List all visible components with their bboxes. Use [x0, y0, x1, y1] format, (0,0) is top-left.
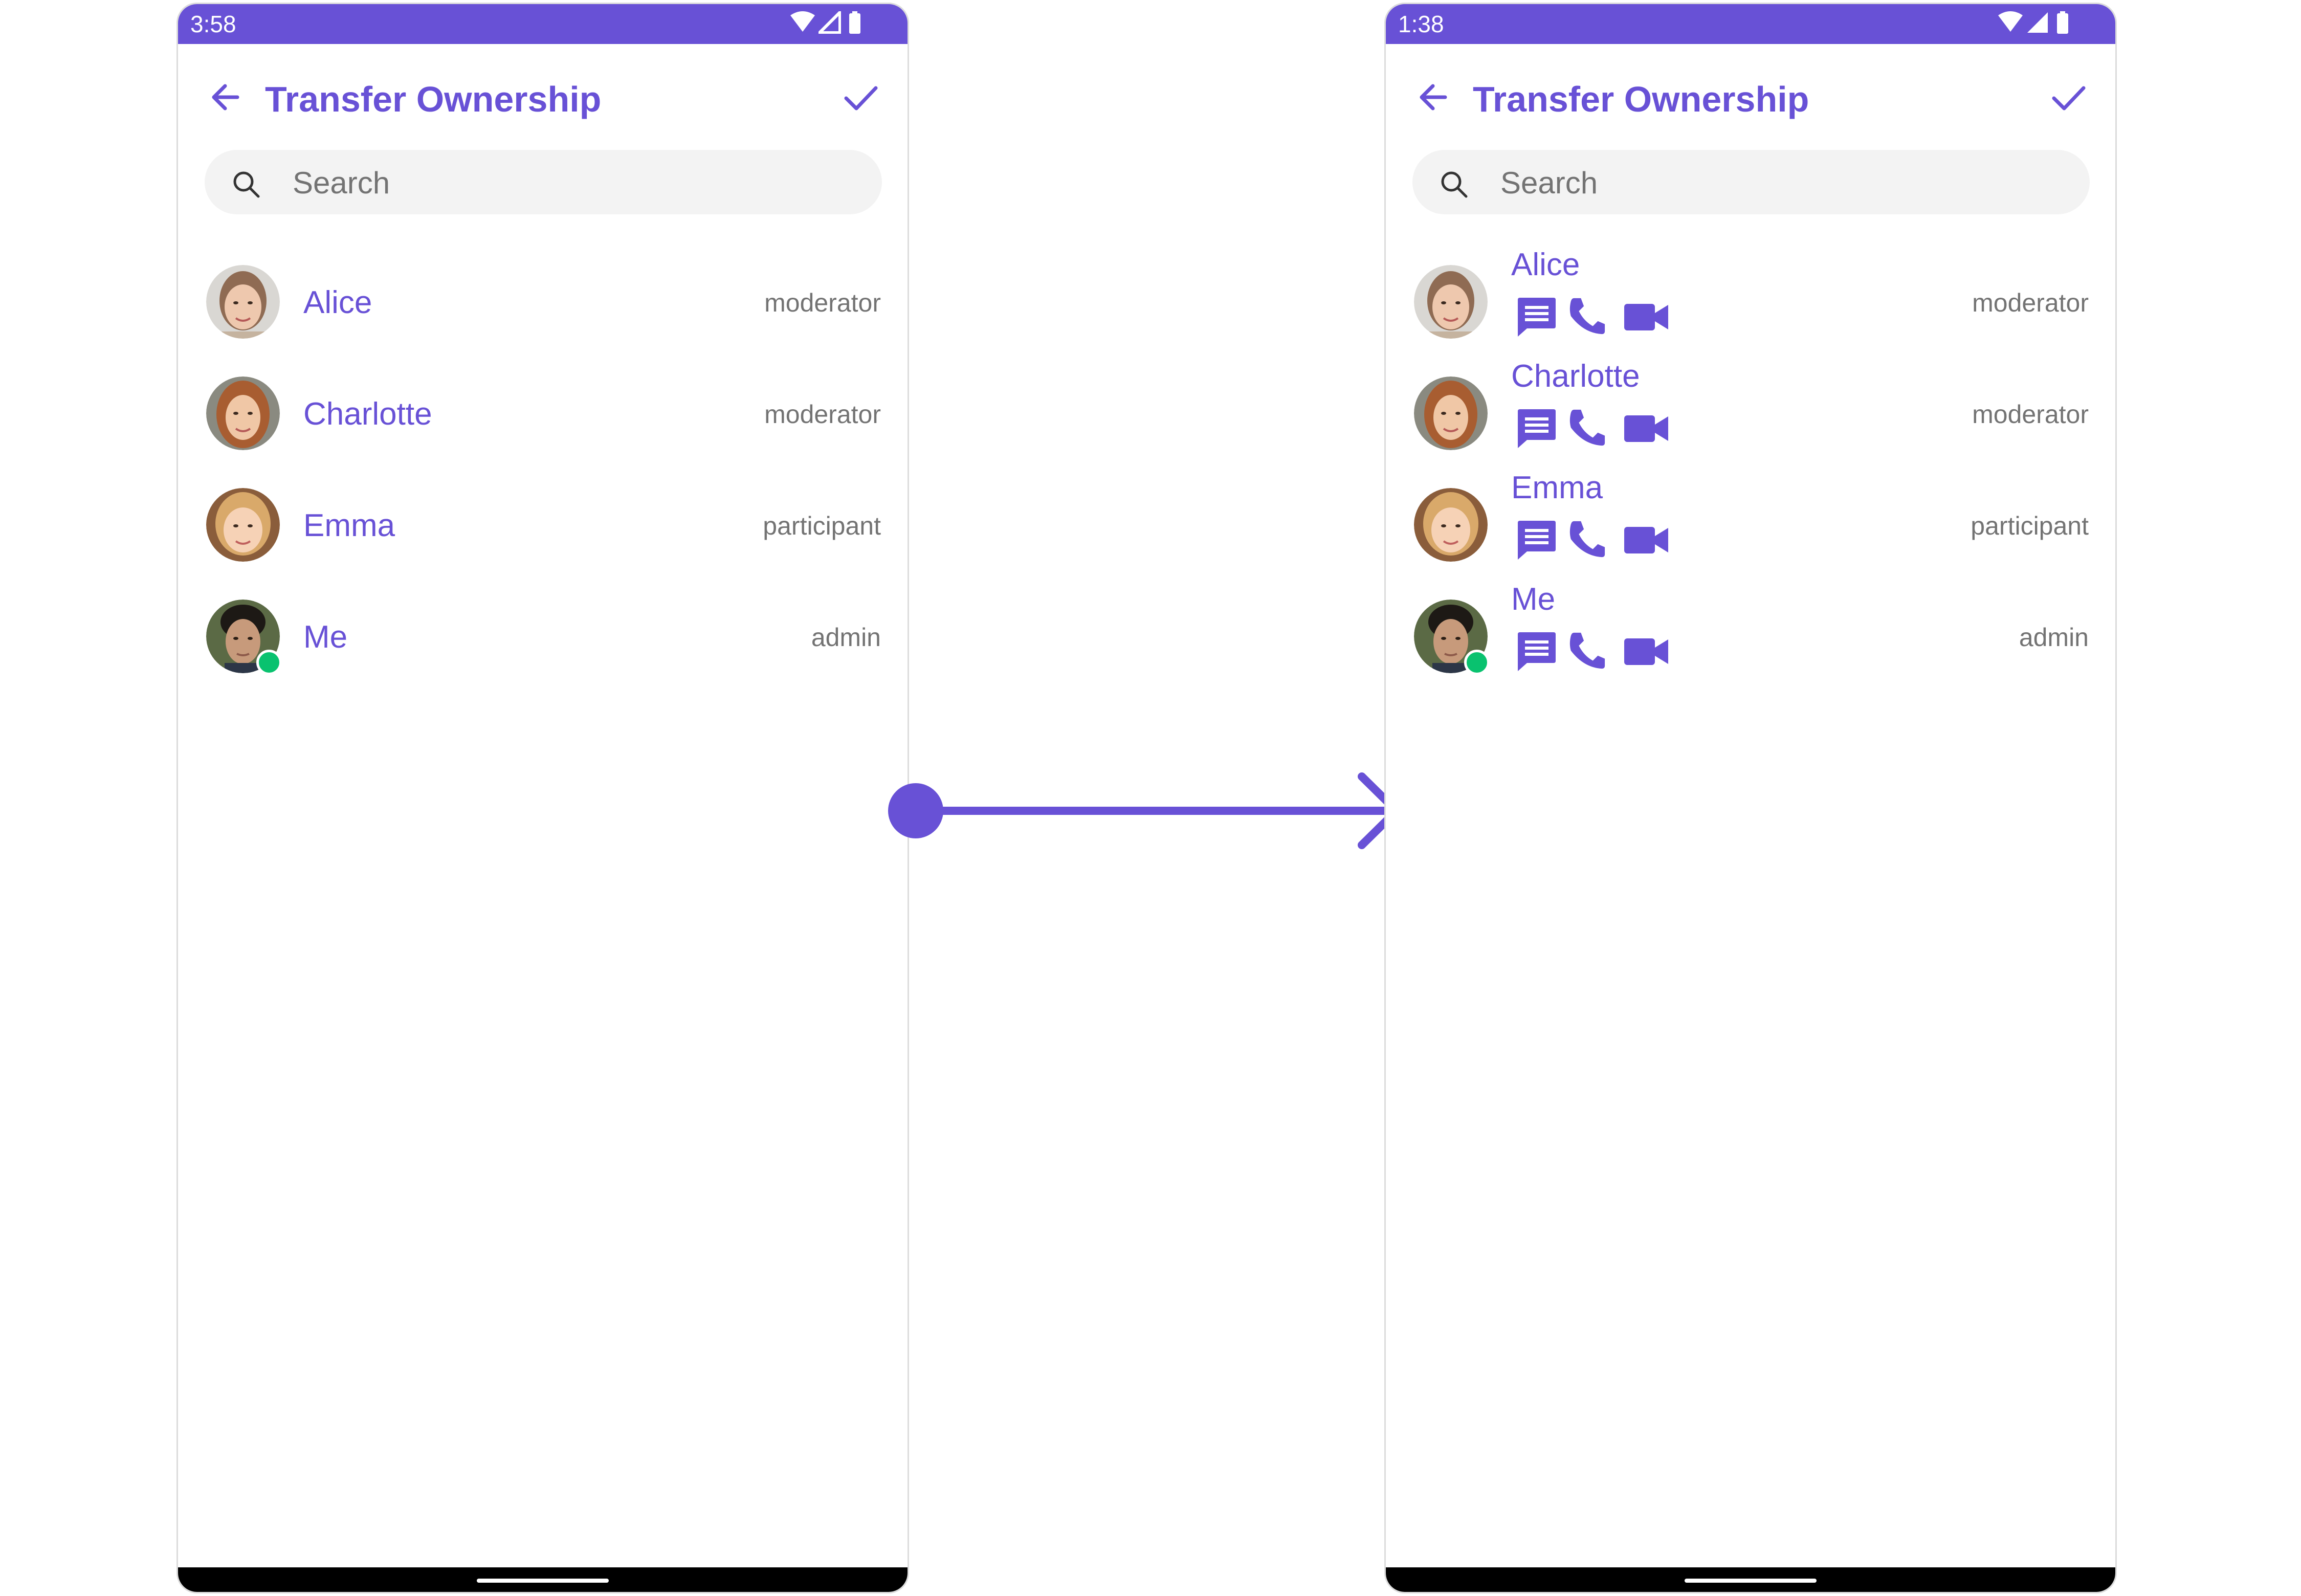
home-indicator[interactable] [1685, 1579, 1817, 1583]
avatar-wrapper [1414, 600, 1490, 675]
video-icon[interactable] [1623, 406, 1670, 449]
video-icon[interactable] [1623, 295, 1670, 338]
home-indicator[interactable] [477, 1579, 609, 1583]
phone-screen-after: 1:38 Transfer Ownership Alice moderator [1384, 3, 2117, 1593]
arrow-back-icon[interactable] [1414, 79, 1451, 116]
message-icon[interactable] [1515, 518, 1558, 561]
navigation-bar [1386, 1567, 2115, 1592]
status-icons [1998, 11, 2074, 38]
member-role: participant [1971, 512, 2089, 540]
message-icon[interactable] [1515, 406, 1558, 449]
check-icon[interactable] [2048, 77, 2089, 118]
arrow-right-icon [888, 772, 1401, 849]
page-title: Transfer Ownership [265, 79, 602, 119]
avatar [206, 376, 280, 450]
video-icon[interactable] [1623, 629, 1670, 672]
member-role: moderator [764, 400, 881, 429]
battery-icon [849, 11, 860, 34]
status-bar: 3:58 [178, 4, 908, 44]
check-icon[interactable] [840, 77, 881, 118]
search-bar[interactable] [1412, 150, 2090, 214]
status-icons [790, 11, 867, 38]
wifi-icon [1998, 11, 2023, 32]
search-bar[interactable] [205, 150, 882, 214]
battery-icon [2057, 11, 2068, 34]
avatar [1414, 265, 1488, 339]
status-bar: 1:38 [1386, 4, 2115, 44]
member-name: Charlotte [303, 396, 432, 432]
member-name: Me [303, 619, 348, 655]
navigation-bar [178, 1567, 908, 1592]
phone-icon[interactable] [1567, 518, 1607, 561]
member-role: moderator [764, 289, 881, 317]
signal-icon [818, 11, 841, 34]
avatar [206, 265, 280, 339]
phone-screen-before: 3:58 Transfer Ownership Alice moderator … [176, 3, 909, 1593]
member-role: admin [811, 623, 881, 652]
list-item-emma[interactable]: Emma participant [1386, 470, 2115, 584]
status-time: 3:58 [190, 11, 236, 37]
list-item-alice[interactable]: Alice moderator [178, 250, 908, 361]
video-icon[interactable] [1623, 518, 1670, 561]
app-bar: Transfer Ownership [178, 44, 908, 157]
online-status-dot [1464, 650, 1490, 675]
member-name: Me [1511, 582, 1556, 617]
status-time: 1:38 [1398, 11, 1444, 37]
member-role: moderator [1972, 400, 2089, 429]
search-icon [1439, 169, 1469, 199]
app-bar: Transfer Ownership [1386, 44, 2115, 157]
phone-icon[interactable] [1567, 406, 1607, 449]
arrow-back-icon[interactable] [207, 79, 244, 116]
list-item-charlotte[interactable]: Charlotte moderator [178, 361, 908, 473]
member-name: Emma [303, 508, 395, 543]
avatar [1414, 376, 1488, 450]
online-status-dot [256, 650, 282, 675]
search-input[interactable] [292, 159, 856, 206]
search-input[interactable] [1499, 159, 2064, 206]
member-role: participant [763, 512, 881, 540]
message-icon[interactable] [1515, 629, 1558, 672]
avatar [1414, 488, 1488, 562]
member-role: admin [2019, 623, 2089, 652]
page-title: Transfer Ownership [1473, 79, 1809, 119]
search-icon [231, 169, 261, 199]
avatar-wrapper [206, 600, 282, 675]
signal-icon [2027, 12, 2048, 33]
member-name: Alice [303, 285, 372, 320]
list-item-emma[interactable]: Emma participant [178, 473, 908, 584]
list-item-me[interactable]: Me admin [1386, 582, 2115, 696]
avatar [206, 488, 280, 562]
phone-icon[interactable] [1567, 629, 1607, 672]
wifi-icon [790, 11, 815, 32]
member-role: moderator [1972, 289, 2089, 317]
list-item-alice[interactable]: Alice moderator [1386, 247, 2115, 361]
member-name: Emma [1511, 470, 1603, 505]
member-name: Charlotte [1511, 359, 1640, 394]
member-name: Alice [1511, 247, 1580, 282]
list-item-charlotte[interactable]: Charlotte moderator [1386, 359, 2115, 473]
list-item-me[interactable]: Me admin [178, 584, 908, 696]
phone-icon[interactable] [1567, 295, 1607, 338]
message-icon[interactable] [1515, 295, 1558, 338]
